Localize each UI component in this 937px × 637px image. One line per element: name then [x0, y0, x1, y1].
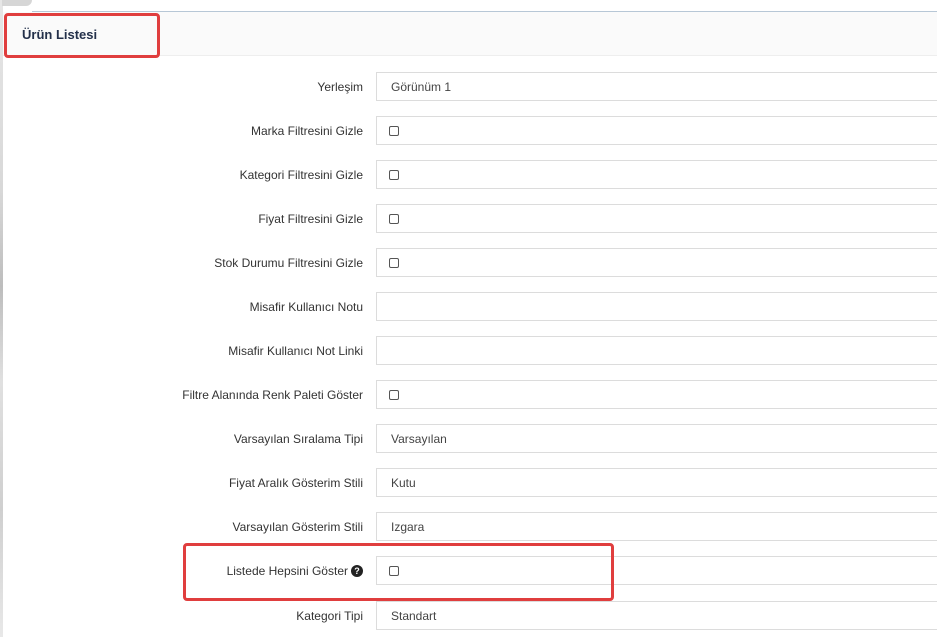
panel-heading: [3, 12, 937, 56]
question-circle-icon[interactable]: ?: [351, 565, 363, 577]
form-row-misafir-not-linki: Misafir Kullanıcı Not Linki: [0, 336, 937, 367]
category-type-select[interactable]: Standart: [376, 601, 937, 630]
field-label: Misafir Kullanıcı Notu: [249, 300, 363, 314]
field-label: Kategori Tipi: [296, 609, 363, 623]
checkbox-field-container: [376, 248, 937, 277]
checkbox-field-container: [376, 380, 937, 409]
form-row-siralama-tipi: Varsayılan Sıralama Tipi Varsayılan: [0, 424, 937, 455]
price-range-style-select[interactable]: Kutu: [376, 468, 937, 497]
hide-brand-filter-checkbox[interactable]: [389, 126, 399, 136]
guest-note-link-input[interactable]: [376, 336, 937, 365]
hide-price-filter-checkbox[interactable]: [389, 214, 399, 224]
form-row-gosterim-stili: Varsayılan Gösterim Stili Izgara: [0, 512, 937, 543]
checkbox-field-container: [376, 556, 937, 585]
form-row-marka-filtresi: Marka Filtresini Gizle: [0, 116, 937, 147]
field-label: Fiyat Filtresini Gizle: [258, 212, 363, 226]
show-all-in-list-checkbox[interactable]: [389, 566, 399, 576]
field-label: Kategori Filtresini Gizle: [239, 168, 363, 182]
form-row-yerlesim: Yerleşim Görünüm 1: [0, 72, 937, 103]
form-row-stok-filtresi: Stok Durumu Filtresini Gizle: [0, 248, 937, 279]
window-top-corner: [2, 0, 32, 6]
field-label: Yerleşim: [317, 80, 363, 94]
checkbox-field-container: [376, 204, 937, 233]
hide-category-filter-checkbox[interactable]: [389, 170, 399, 180]
field-label: Listede Hepsini Göster ?: [227, 564, 363, 578]
default-sort-select[interactable]: Varsayılan: [376, 424, 937, 453]
panel-title: Ürün Listesi: [22, 27, 98, 42]
hide-stock-filter-checkbox[interactable]: [389, 258, 399, 268]
form-row-misafir-notu: Misafir Kullanıcı Notu: [0, 292, 937, 323]
field-label: Stok Durumu Filtresini Gizle: [214, 256, 363, 270]
field-label: Filtre Alanında Renk Paleti Göster: [182, 388, 363, 402]
form-row-fiyat-aralik: Fiyat Aralık Gösterim Stili Kutu: [0, 468, 937, 499]
default-view-style-select[interactable]: Izgara: [376, 512, 937, 541]
guest-note-input[interactable]: [376, 292, 937, 321]
field-label: Fiyat Aralık Gösterim Stili: [228, 476, 363, 490]
form-row-hepsini-goster: Listede Hepsini Göster ?: [0, 556, 937, 587]
form-row-fiyat-filtresi: Fiyat Filtresini Gizle: [0, 204, 937, 235]
field-label: Varsayılan Sıralama Tipi: [233, 432, 363, 446]
form-row-kategori-tipi: Kategori Tipi Standart: [0, 601, 937, 632]
form-row-renk-paleti: Filtre Alanında Renk Paleti Göster: [0, 380, 937, 411]
checkbox-field-container: [376, 160, 937, 189]
checkbox-field-container: [376, 116, 937, 145]
layout-select[interactable]: Görünüm 1: [376, 72, 937, 101]
field-label: Varsayılan Gösterim Stili: [232, 520, 363, 534]
show-color-palette-checkbox[interactable]: [389, 390, 399, 400]
field-label: Misafir Kullanıcı Not Linki: [228, 344, 363, 358]
field-label: Marka Filtresini Gizle: [250, 124, 363, 138]
form-row-kategori-filtresi: Kategori Filtresini Gizle: [0, 160, 937, 191]
